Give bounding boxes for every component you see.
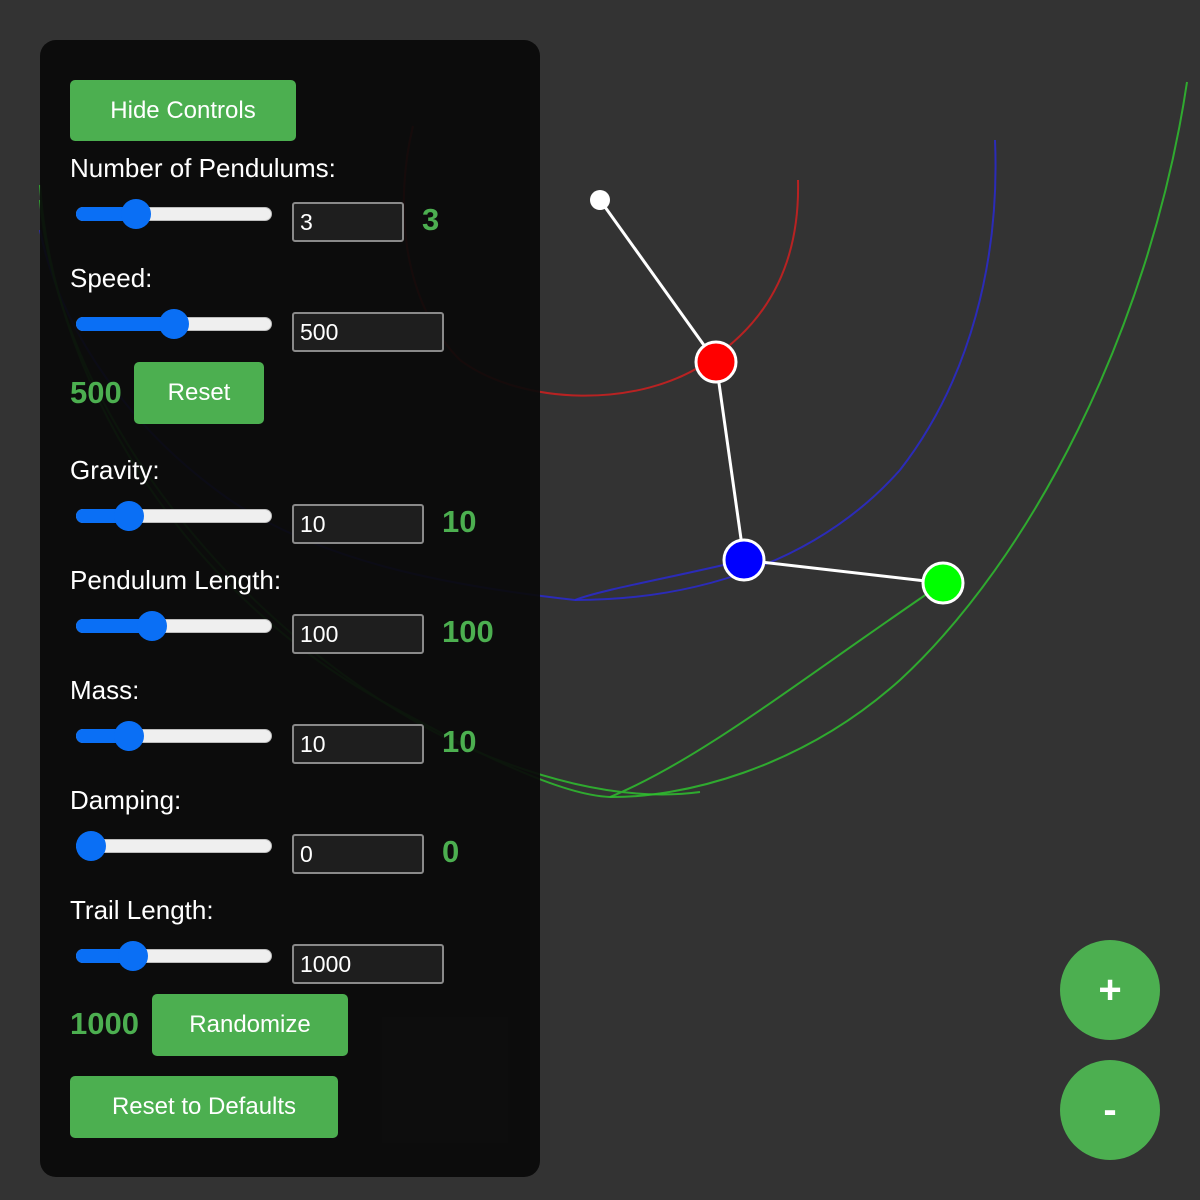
pivot-point xyxy=(590,190,610,210)
length-value: 100 xyxy=(442,614,494,649)
slider-thumb[interactable] xyxy=(114,501,145,531)
bob-blue[interactable] xyxy=(722,538,766,582)
reset-defaults-button[interactable]: Reset to Defaults xyxy=(70,1076,338,1138)
speed-reset-button[interactable]: Reset xyxy=(134,362,264,424)
pendulums-value: 3 xyxy=(422,202,440,237)
trail-input[interactable]: 1000 xyxy=(292,944,444,984)
length-input[interactable]: 100 xyxy=(292,614,424,654)
damping-slider[interactable] xyxy=(76,831,272,861)
slider-thumb[interactable] xyxy=(76,831,106,861)
trail-slider[interactable] xyxy=(76,941,272,971)
gravity-input[interactable]: 10 xyxy=(292,504,424,544)
rod-3 xyxy=(743,558,944,585)
damping-input[interactable]: 0 xyxy=(292,834,424,874)
rod-1 xyxy=(598,199,718,363)
speed-value: 500 xyxy=(70,375,122,410)
zoom-out-button[interactable]: - xyxy=(1060,1060,1160,1160)
slider-thumb[interactable] xyxy=(159,309,189,339)
zoom-in-button[interactable]: + xyxy=(1060,940,1160,1040)
mass-slider[interactable] xyxy=(76,721,272,751)
gravity-slider[interactable] xyxy=(76,501,272,531)
damping-value: 0 xyxy=(442,834,460,869)
speed-slider[interactable] xyxy=(76,309,272,339)
length-slider[interactable] xyxy=(76,611,272,641)
damping-label: Damping: xyxy=(70,785,182,815)
speed-label: Speed: xyxy=(70,263,153,293)
trail-value: 1000 xyxy=(70,1006,139,1041)
mass-input[interactable]: 10 xyxy=(292,724,424,764)
speed-input[interactable]: 500 xyxy=(292,312,444,352)
pendulums-label: Number of Pendulums: xyxy=(70,153,336,183)
randomize-button[interactable]: Randomize xyxy=(152,994,348,1056)
slider-thumb[interactable] xyxy=(114,721,145,751)
slider-thumb[interactable] xyxy=(120,199,151,229)
mass-label: Mass: xyxy=(70,675,140,705)
bob-red[interactable] xyxy=(694,340,738,384)
bob-green[interactable] xyxy=(921,561,965,605)
pendulums-input[interactable]: 3 xyxy=(292,202,404,242)
mass-value: 10 xyxy=(442,724,477,759)
gravity-value: 10 xyxy=(442,504,477,539)
slider-thumb[interactable] xyxy=(117,941,148,971)
length-label: Pendulum Length: xyxy=(70,565,282,595)
trail-label: Trail Length: xyxy=(70,895,214,925)
gravity-label: Gravity: xyxy=(70,455,160,485)
pendulums-slider[interactable] xyxy=(76,199,272,229)
hide-controls-button[interactable]: Hide Controls xyxy=(70,80,296,141)
rod-2 xyxy=(714,361,746,561)
